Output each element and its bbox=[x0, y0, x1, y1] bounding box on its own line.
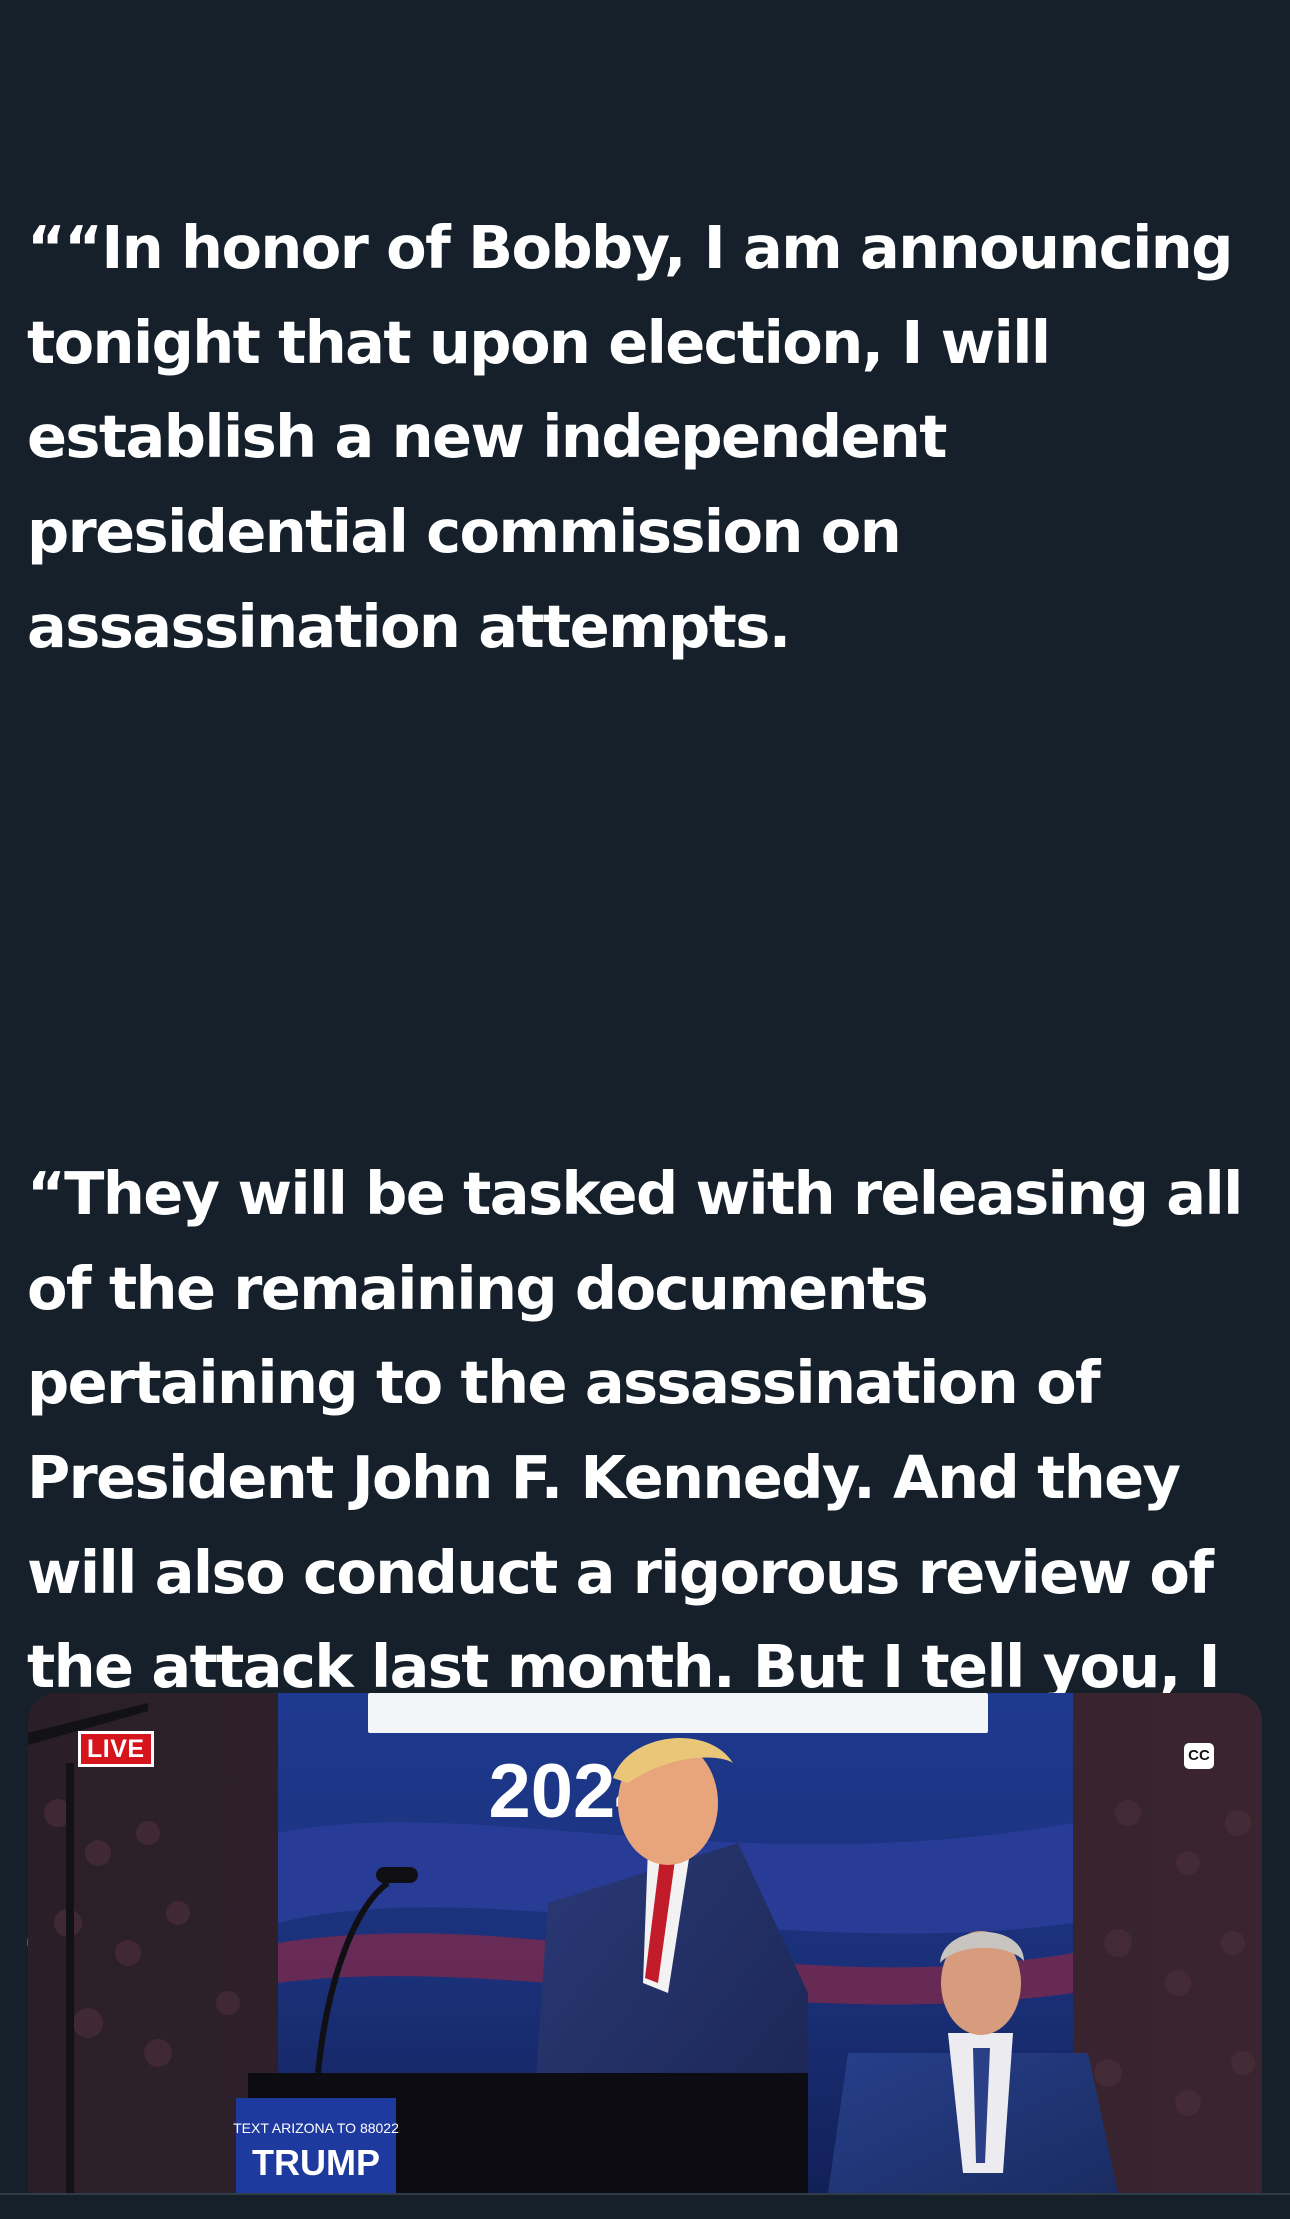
post-page: ““In honor of Bobby, I am announcing ton… bbox=[0, 0, 1290, 2219]
video-player[interactable]: 2024 TEXT ARIZONA TO 88022 TRUMP LIVE CC bbox=[28, 1693, 1262, 2193]
podium-sign: TEXT ARIZONA TO 88022 TRUMP bbox=[233, 2098, 399, 2193]
closed-captions-button[interactable]: CC bbox=[1184, 1743, 1214, 1769]
video-frame[interactable]: 2024 TEXT ARIZONA TO 88022 TRUMP bbox=[28, 1693, 1262, 2193]
bottom-divider bbox=[0, 2193, 1290, 2219]
podium-small-text: TEXT ARIZONA TO 88022 bbox=[233, 2120, 399, 2136]
post-paragraph-1: ““In honor of Bobby, I am announcing ton… bbox=[27, 213, 1251, 661]
live-badge: LIVE bbox=[78, 1731, 154, 1767]
podium-big-text: TRUMP bbox=[252, 2142, 380, 2183]
